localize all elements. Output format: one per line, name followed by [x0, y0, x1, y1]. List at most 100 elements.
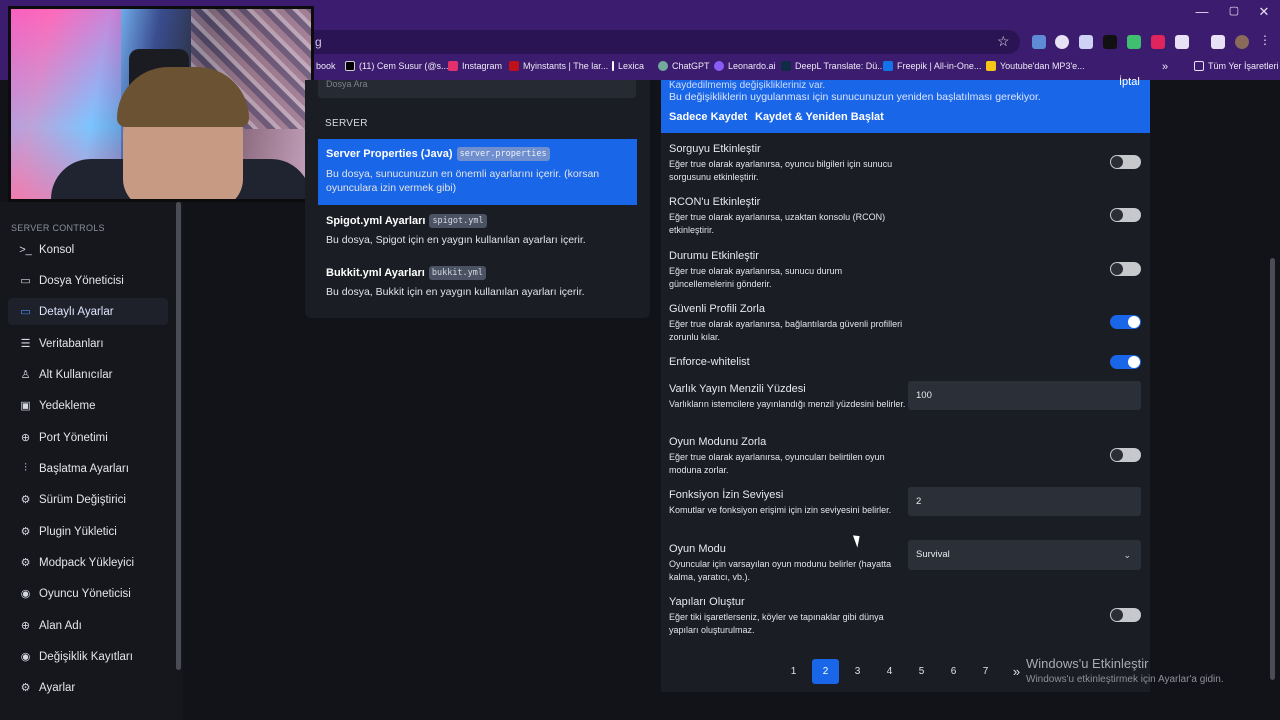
sidebar-item-label: Sürüm Değiştirici — [39, 493, 126, 506]
sidebar-item-dosya-yoneticisi[interactable]: ▭ Dosya Yöneticisi — [8, 267, 168, 294]
page-button[interactable]: 1 — [780, 659, 807, 684]
sidebar-item-surum-degistirici[interactable]: ⚙ Sürüm Değiştirici — [8, 486, 168, 513]
setting-name: RCON'u Etkinleştir — [669, 196, 761, 208]
sidebar-item-label: Veritabanları — [39, 337, 104, 350]
config-spigot-yml[interactable]: Spigot.yml Ayarları spigot.yml Bu dosya, … — [318, 206, 637, 255]
bookmark-item[interactable]: Freepik | All-in-One... — [883, 61, 981, 71]
page-button[interactable]: 6 — [940, 659, 967, 684]
config-filename: spigot.yml — [429, 214, 487, 228]
toggle-enable-rcon[interactable] — [1110, 208, 1141, 222]
bookmark-all-folder[interactable]: Tüm Yer İşaretleri — [1194, 61, 1279, 71]
maximize-icon[interactable]: ▢ — [1219, 4, 1249, 17]
bookmark-item[interactable]: (11) Cem Susur (@s... — [345, 61, 449, 71]
bookmarks-overflow-icon[interactable]: » — [1162, 61, 1168, 73]
sidebar-item-oyuncu-yoneticisi[interactable]: ◉ Oyuncu Yöneticisi — [8, 580, 168, 607]
lexica-icon — [612, 61, 614, 71]
sidebar-item-detayli-ayarlar[interactable]: ▭ Detaylı Ayarlar — [8, 298, 168, 325]
pink-extension-icon[interactable] — [1151, 35, 1165, 49]
bookmark-item[interactable]: Myinstants | The lar... — [509, 61, 608, 71]
sidebar-item-label: Yedekleme — [39, 399, 96, 412]
toggle-enforce-secure-profile[interactable] — [1110, 315, 1141, 329]
page-button[interactable]: 4 — [876, 659, 903, 684]
menu-dots-icon[interactable]: ⋮ — [1259, 33, 1273, 47]
bookmark-item[interactable]: Lexica — [612, 61, 644, 71]
sidebar-item-label: Plugin Yükletici — [39, 525, 117, 538]
myinstants-icon — [509, 61, 519, 71]
shield-extension-icon[interactable] — [1079, 35, 1093, 49]
freepik-icon — [883, 61, 893, 71]
setting-help: Komutlar ve fonksiyon erişimi için izin … — [669, 505, 892, 515]
sidebar-item-modpack-yukleyici[interactable]: ⚙ Modpack Yükleyici — [8, 549, 168, 576]
save-restart-button[interactable]: Kaydet & Yeniden Başlat — [755, 111, 884, 123]
bookmark-item[interactable]: book — [316, 61, 336, 71]
bookmark-item[interactable]: Instagram — [448, 61, 502, 71]
sidebar-item-konsol[interactable]: >_ Konsol — [8, 236, 168, 263]
banner-message: Kaydedilmemiş değişiklikleriniz var. — [669, 80, 826, 91]
sidebar-item-label: Port Yönetimi — [39, 431, 108, 444]
config-title: Spigot.yml Ayarları — [326, 215, 426, 227]
gamemode-select[interactable]: Survival ⌄ — [908, 540, 1141, 570]
gear-icon: ⚙ — [20, 526, 31, 538]
config-server-properties[interactable]: Server Properties (Java) server.propertie… — [318, 139, 637, 205]
play-extension-icon[interactable] — [1055, 35, 1069, 49]
gear-icon: ⚙ — [20, 494, 31, 506]
toggle-enforce-whitelist[interactable] — [1110, 355, 1141, 369]
media-icon[interactable] — [1211, 35, 1225, 49]
setting-generate-structures: Yapıları Oluştur Eğer tiki işaretlerseniz… — [669, 596, 909, 637]
bookmark-item[interactable]: Leonardo.ai — [714, 61, 776, 71]
minimize-icon[interactable]: — — [1187, 4, 1217, 19]
bookmark-item[interactable]: DeepL Translate: Dü... — [781, 61, 885, 71]
sidebar-item-ayarlar[interactable]: ⚙ Ayarlar — [8, 674, 168, 701]
main-scrollbar[interactable] — [1270, 258, 1275, 680]
page-button[interactable]: 5 — [908, 659, 935, 684]
page-button[interactable]: 7 — [972, 659, 999, 684]
bookmark-item[interactable]: Youtube'dan MP3'e... — [986, 61, 1085, 71]
sidebar-item-degisiklik-kayitlari[interactable]: ◉ Değişiklik Kayıtları — [8, 643, 168, 670]
close-icon[interactable]: ✕ — [1249, 4, 1279, 20]
sidebar-item-veritabanlari[interactable]: ☰ Veritabanları — [8, 330, 168, 357]
sidebar-heading: SERVER CONTROLS — [11, 223, 105, 233]
setting-name: Fonksiyon İzin Seviyesi — [669, 489, 784, 501]
avatar[interactable] — [1235, 35, 1249, 49]
config-bukkit-yml[interactable]: Bukkit.yml Ayarları bukkit.yml Bu dosya, … — [318, 258, 637, 307]
page-button-current[interactable]: 2 — [812, 659, 839, 684]
sidebar-item-label: Alan Adı — [39, 619, 82, 632]
sidebar-item-baslatma-ayarlari[interactable]: ⫶ Başlatma Ayarları — [8, 455, 168, 482]
address-bar[interactable] — [300, 30, 1020, 54]
setting-name: Sorguyu Etkinleştir — [669, 143, 761, 155]
entity-broadcast-range-input[interactable]: 100 — [908, 381, 1141, 410]
youtube-mp3-icon — [986, 61, 996, 71]
sidebar-item-alt-kullanicilar[interactable]: ♙ Alt Kullanıcılar — [8, 361, 168, 388]
setting-help: Eğer true olarak ayarlanırsa, uzaktan ko… — [669, 212, 886, 235]
sidebar-item-label: Alt Kullanıcılar — [39, 368, 113, 381]
bookmark-star-icon[interactable]: ☆ — [997, 33, 1010, 50]
function-permission-level-input[interactable]: 2 — [908, 487, 1141, 516]
toggle-force-gamemode[interactable] — [1110, 448, 1141, 462]
sidebar-item-plugin-yukletici[interactable]: ⚙ Plugin Yükletici — [8, 518, 168, 545]
globe-icon: ⊕ — [20, 620, 31, 632]
webcam-overlay — [8, 6, 314, 202]
sidebar-scrollbar[interactable] — [176, 202, 181, 670]
puzzle-icon[interactable] — [1175, 35, 1189, 49]
sidebar-item-label: Başlatma Ayarları — [39, 462, 129, 475]
sidebar-item-yedekleme[interactable]: ▣ Yedekleme — [8, 392, 168, 419]
toggle-generate-structures[interactable] — [1110, 608, 1141, 622]
setting-name: Yapıları Oluştur — [669, 596, 745, 608]
leonardo-icon — [714, 61, 724, 71]
save-button[interactable]: Sadece Kaydet — [669, 111, 747, 123]
toggle-enable-query[interactable] — [1110, 155, 1141, 169]
file-search-input[interactable]: Dosya Ara — [318, 80, 636, 98]
sidebar-item-port-yonetimi[interactable]: ⊕ Port Yönetimi — [8, 424, 168, 451]
sidebar-item-alan-adi[interactable]: ⊕ Alan Adı — [8, 612, 168, 639]
extension-icon[interactable] — [1032, 35, 1046, 49]
eye-icon: ◉ — [20, 651, 31, 663]
bookmark-item[interactable]: ChatGPT — [658, 61, 710, 71]
toggle-enable-status[interactable] — [1110, 262, 1141, 276]
users-icon: ♙ — [20, 369, 31, 381]
setting-help: Eğer true olarak ayarlanırsa, oyuncuları… — [669, 452, 885, 475]
w-extension-icon[interactable] — [1103, 35, 1117, 49]
vpn-extension-icon[interactable] — [1127, 35, 1141, 49]
cancel-button[interactable]: İptal — [1119, 76, 1140, 88]
setting-force-gamemode: Oyun Modunu Zorla Eğer true olarak ayarla… — [669, 436, 909, 477]
page-button[interactable]: 3 — [844, 659, 871, 684]
